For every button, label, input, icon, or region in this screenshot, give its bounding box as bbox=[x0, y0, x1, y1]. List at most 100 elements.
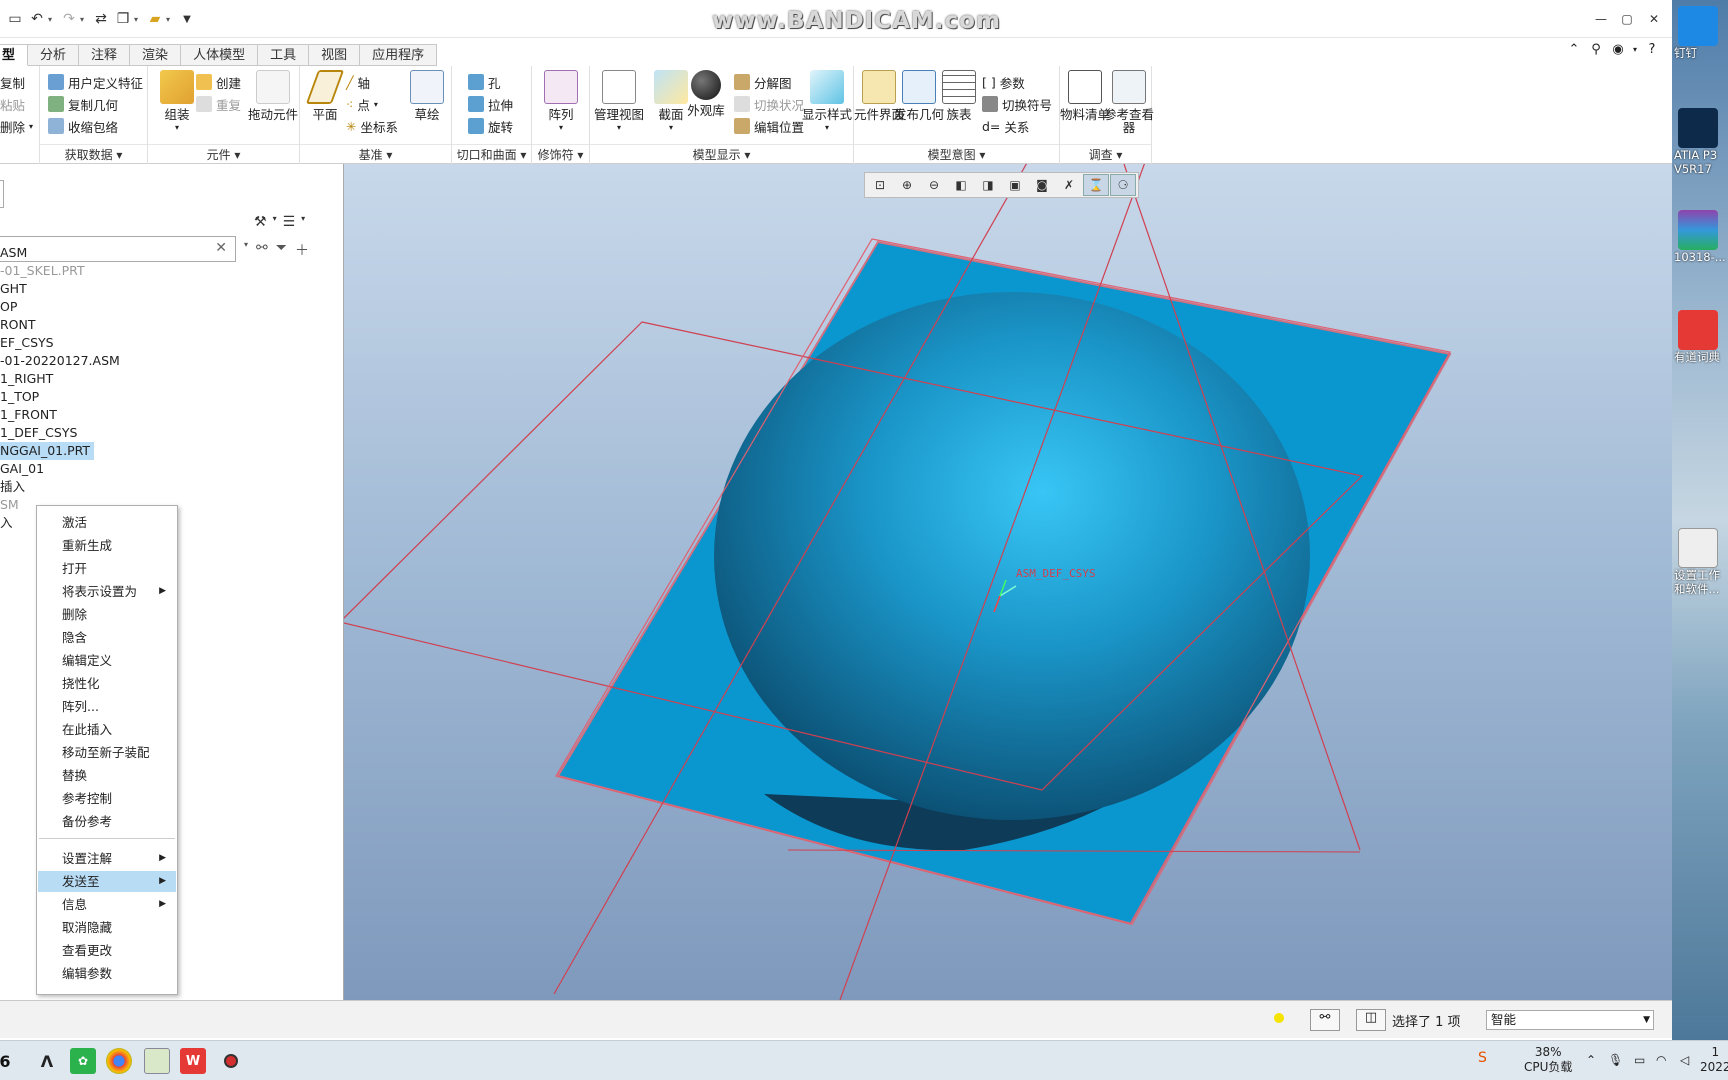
community-dropdown-icon[interactable]: ▾ bbox=[1631, 40, 1639, 58]
menu-item-open[interactable]: 打开 bbox=[38, 558, 176, 579]
tree-item-selected[interactable]: NGGAI_01.PRT bbox=[0, 442, 95, 460]
tree-item[interactable]: ASM bbox=[0, 244, 27, 262]
parameters-button[interactable]: [ ] 参数 bbox=[982, 72, 1025, 92]
zoom-in-icon[interactable]: ⊕ bbox=[894, 174, 920, 196]
collapse-ribbon-icon[interactable]: ⌃ bbox=[1565, 40, 1583, 58]
plane-button[interactable]: 平面 bbox=[300, 70, 350, 121]
revolve-button[interactable]: 旋转 bbox=[468, 116, 513, 136]
tree-item[interactable]: GHT bbox=[0, 280, 27, 298]
redo-icon[interactable]: ↷ bbox=[58, 8, 80, 30]
copy-button[interactable]: 复制 bbox=[0, 72, 25, 92]
new-icon[interactable]: ▭ bbox=[4, 8, 26, 30]
annotation-display-icon[interactable]: ⚆ bbox=[1110, 174, 1136, 196]
menu-item-info[interactable]: 信息 ▶ bbox=[38, 894, 176, 915]
point-button[interactable]: ⁖ 点 ▾ bbox=[346, 94, 378, 114]
tree-item[interactable]: 1_RIGHT bbox=[0, 370, 53, 388]
drag-component-button[interactable]: 拖动元件 bbox=[248, 70, 298, 121]
tab-view[interactable]: 视图 bbox=[309, 44, 361, 66]
menu-item-send-to[interactable]: 发送至 ▶ bbox=[38, 871, 176, 892]
tree-item[interactable]: EF_CSYS bbox=[0, 334, 54, 352]
family-table-button[interactable]: 族表 bbox=[934, 70, 984, 121]
group-label-modifiers[interactable]: 修饰符 ▾ bbox=[532, 144, 589, 164]
shrinkwrap-button[interactable]: 收缩包络 bbox=[48, 116, 118, 136]
maximize-button[interactable]: ▢ bbox=[1616, 10, 1638, 28]
assemble-button[interactable]: 组装 ▾ bbox=[152, 70, 202, 134]
tree-item[interactable]: 1_DEF_CSYS bbox=[0, 424, 77, 442]
tree-item[interactable]: -01-20220127.ASM bbox=[0, 352, 120, 370]
help-icon[interactable]: ? bbox=[1643, 40, 1661, 58]
axis-button[interactable]: ╱ 轴 bbox=[346, 72, 370, 92]
view-manager-icon[interactable]: ◙ bbox=[1029, 174, 1055, 196]
add-icon[interactable]: ＋ bbox=[295, 240, 309, 260]
filter-icon[interactable]: ⏷ bbox=[276, 240, 287, 260]
tree-item[interactable]: 入 bbox=[0, 514, 13, 532]
windows-dropdown-icon[interactable]: ▾ bbox=[134, 15, 144, 24]
taskbar-record-icon[interactable] bbox=[218, 1048, 244, 1074]
close-button[interactable]: ✕ bbox=[1643, 10, 1665, 28]
user-defined-feature-button[interactable]: 用户定义特征 bbox=[48, 72, 143, 92]
delete-button[interactable]: 删除 ▾ bbox=[0, 116, 33, 136]
menu-item-make-flexible[interactable]: 挠性化 bbox=[38, 673, 176, 694]
menu-item-backup-references[interactable]: 备份参考 bbox=[38, 811, 176, 832]
tab-annotate[interactable]: 注释 bbox=[79, 44, 131, 66]
model-tree-tab[interactable] bbox=[0, 180, 4, 208]
tab-analysis[interactable]: 分析 bbox=[28, 44, 80, 66]
community-icon[interactable]: ◉ bbox=[1609, 40, 1627, 58]
tab-tools[interactable]: 工具 bbox=[258, 44, 310, 66]
menu-item-delete[interactable]: 删除 bbox=[38, 604, 176, 625]
tree-settings-icon[interactable]: ⚒ bbox=[254, 214, 267, 230]
regenerate-icon[interactable]: ⇄ bbox=[90, 8, 112, 30]
desktop-icon-youdao[interactable]: 有道词典 bbox=[1674, 310, 1726, 364]
menu-item-insert-here[interactable]: 在此插入 bbox=[38, 719, 176, 740]
start-button[interactable]: 6 bbox=[0, 1048, 18, 1074]
battery-icon[interactable]: ▭ bbox=[1634, 1053, 1645, 1068]
group-label-model-display[interactable]: 模型显示 ▾ bbox=[590, 144, 853, 164]
windows-icon[interactable]: ❐ bbox=[112, 8, 134, 30]
tab-model[interactable]: 型 bbox=[0, 44, 29, 66]
tray-chevron-up-icon[interactable]: ⌃ bbox=[1586, 1053, 1596, 1068]
refit-icon[interactable]: ⊡ bbox=[867, 174, 893, 196]
menu-item-reference-control[interactable]: 参考控制 bbox=[38, 788, 176, 809]
desktop-icon-archive[interactable]: 10318-... bbox=[1674, 210, 1726, 264]
tree-item[interactable]: 插入 bbox=[0, 478, 25, 496]
bom-button[interactable]: 物料清单 bbox=[1060, 70, 1110, 121]
tab-render[interactable]: 渲染 bbox=[130, 44, 182, 66]
hole-button[interactable]: 孔 bbox=[468, 72, 501, 92]
menu-item-edit-parameters[interactable]: 编辑参数 bbox=[38, 963, 176, 984]
tree-item[interactable]: -01_SKEL.PRT bbox=[0, 262, 85, 280]
wifi-icon[interactable]: ◠ bbox=[1656, 1053, 1666, 1068]
group-label-get-data[interactable]: 获取数据 ▾ bbox=[40, 144, 147, 164]
selection-filter-dropdown[interactable]: 智能 ▼ bbox=[1486, 1010, 1654, 1030]
taskbar-app-a-icon[interactable]: Λ bbox=[34, 1048, 60, 1074]
menu-item-replace[interactable]: 替换 bbox=[38, 765, 176, 786]
tree-columns-icon[interactable]: ☰ bbox=[283, 214, 296, 230]
group-label-cut-surface[interactable]: 切口和曲面 ▾ bbox=[452, 144, 531, 164]
repeat-button[interactable]: 重复 bbox=[196, 94, 241, 114]
undo-icon[interactable]: ↶ bbox=[26, 8, 48, 30]
menu-item-activate[interactable]: 激活 bbox=[38, 512, 176, 533]
reference-viewer-button[interactable]: 参考查看器 bbox=[1104, 70, 1154, 134]
display-style-view-icon[interactable]: ◨ bbox=[975, 174, 1001, 196]
zoom-out-icon[interactable]: ⊖ bbox=[921, 174, 947, 196]
customize-qat-icon[interactable]: ▼ bbox=[176, 8, 198, 30]
taskbar-chrome-icon[interactable] bbox=[106, 1048, 132, 1074]
menu-item-set-representation[interactable]: 将表示设置为 ▶ bbox=[38, 581, 176, 602]
tree-item[interactable]: SM bbox=[0, 496, 19, 514]
volume-icon[interactable]: ◁ bbox=[1680, 1053, 1689, 1068]
tree-item[interactable]: RONT bbox=[0, 316, 36, 334]
folder-dropdown-icon[interactable]: ▾ bbox=[166, 15, 176, 24]
paste-button[interactable]: 粘贴 bbox=[0, 94, 25, 114]
extrude-button[interactable]: 拉伸 bbox=[468, 94, 513, 114]
tab-applications[interactable]: 应用程序 bbox=[360, 44, 438, 66]
switch-symbols-button[interactable]: 切换符号 bbox=[982, 94, 1052, 114]
edit-position-button[interactable]: 编辑位置 bbox=[734, 116, 804, 136]
menu-item-edit-definition[interactable]: 编辑定义 bbox=[38, 650, 176, 671]
clear-search-icon[interactable]: ✕ bbox=[215, 240, 227, 256]
desktop-icon-shortcut[interactable]: 设置工作 和软件... bbox=[1674, 528, 1726, 596]
tree-item[interactable]: 1_TOP bbox=[0, 388, 39, 406]
minimize-button[interactable]: — bbox=[1590, 10, 1612, 28]
sketch-button[interactable]: 草绘 bbox=[402, 70, 452, 121]
tab-manikin[interactable]: 人体模型 bbox=[181, 44, 259, 66]
undo-dropdown-icon[interactable]: ▾ bbox=[48, 15, 58, 24]
relations-button[interactable]: d= 关系 bbox=[982, 116, 1029, 136]
